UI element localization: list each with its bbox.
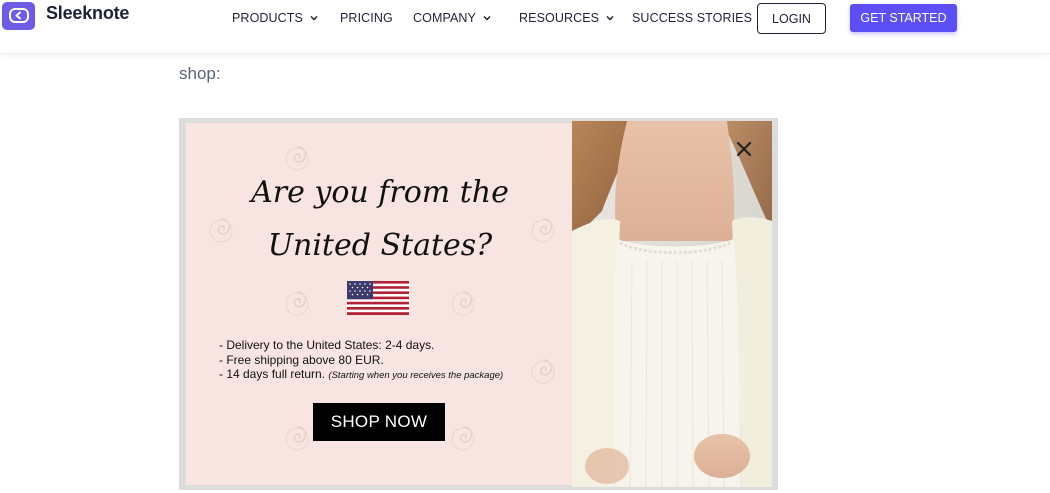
nav-pricing-label: PRICING: [340, 11, 393, 25]
popup-headline-line1: Are you from the: [251, 175, 509, 210]
swirl-decoration-icon: [451, 426, 475, 451]
swirl-decoration-icon: [285, 291, 309, 316]
bullet-delivery: - Delivery to the United States: 2-4 day…: [219, 338, 435, 352]
site-header: Sleeknote PRODUCTS PRICING COMPANY RESOU…: [0, 0, 1050, 54]
article-intro-text: shop:: [179, 64, 221, 83]
login-button[interactable]: LOGIN: [757, 3, 826, 34]
chevron-down-icon: [310, 15, 318, 21]
nav-company-label: COMPANY: [413, 11, 476, 25]
chevron-down-icon: [606, 15, 614, 21]
nav-products[interactable]: PRODUCTS: [232, 11, 319, 25]
shop-now-button[interactable]: SHOP NOW: [313, 403, 445, 441]
bullet-returns-note: (Starting when you receives the package): [328, 370, 504, 381]
close-icon[interactable]: [734, 139, 754, 159]
model-photo: [572, 121, 772, 487]
chevron-down-icon: [483, 15, 491, 21]
bullet-returns-text: - 14 days full return.: [219, 367, 326, 381]
nav-resources-label: RESOURCES: [519, 11, 600, 25]
bullet-returns: - 14 days full return. (Starting when yo…: [219, 367, 503, 384]
nav-pricing[interactable]: PRICING: [340, 11, 393, 25]
logo-text[interactable]: Sleeknote: [46, 3, 129, 24]
swirl-decoration-icon: [285, 146, 309, 171]
sleeknote-logo-icon[interactable]: [2, 2, 35, 30]
swirl-decoration-icon: [451, 291, 475, 316]
popup-content-panel: Are you from the United States? - Delive…: [186, 123, 574, 485]
bullet-free-shipping: - Free shipping above 80 EUR.: [219, 352, 384, 367]
nav-success-stories[interactable]: SUCCESS STORIES: [632, 11, 752, 25]
popup-bullet-list: - Delivery to the United States: 2-4 day…: [219, 338, 503, 384]
us-flag-icon: [347, 281, 409, 315]
nav-company[interactable]: COMPANY: [413, 11, 492, 25]
nav-resources[interactable]: RESOURCES: [519, 11, 615, 25]
nav-products-label: PRODUCTS: [232, 11, 303, 25]
swirl-decoration-icon: [531, 359, 555, 384]
popup-example: Are you from the United States? - Delive…: [179, 118, 778, 490]
swirl-decoration-icon: [285, 426, 309, 451]
nav-success-stories-label: SUCCESS STORIES: [632, 11, 753, 25]
popup-headline-line2: United States?: [267, 228, 493, 263]
get-started-button[interactable]: GET STARTED: [850, 4, 957, 32]
